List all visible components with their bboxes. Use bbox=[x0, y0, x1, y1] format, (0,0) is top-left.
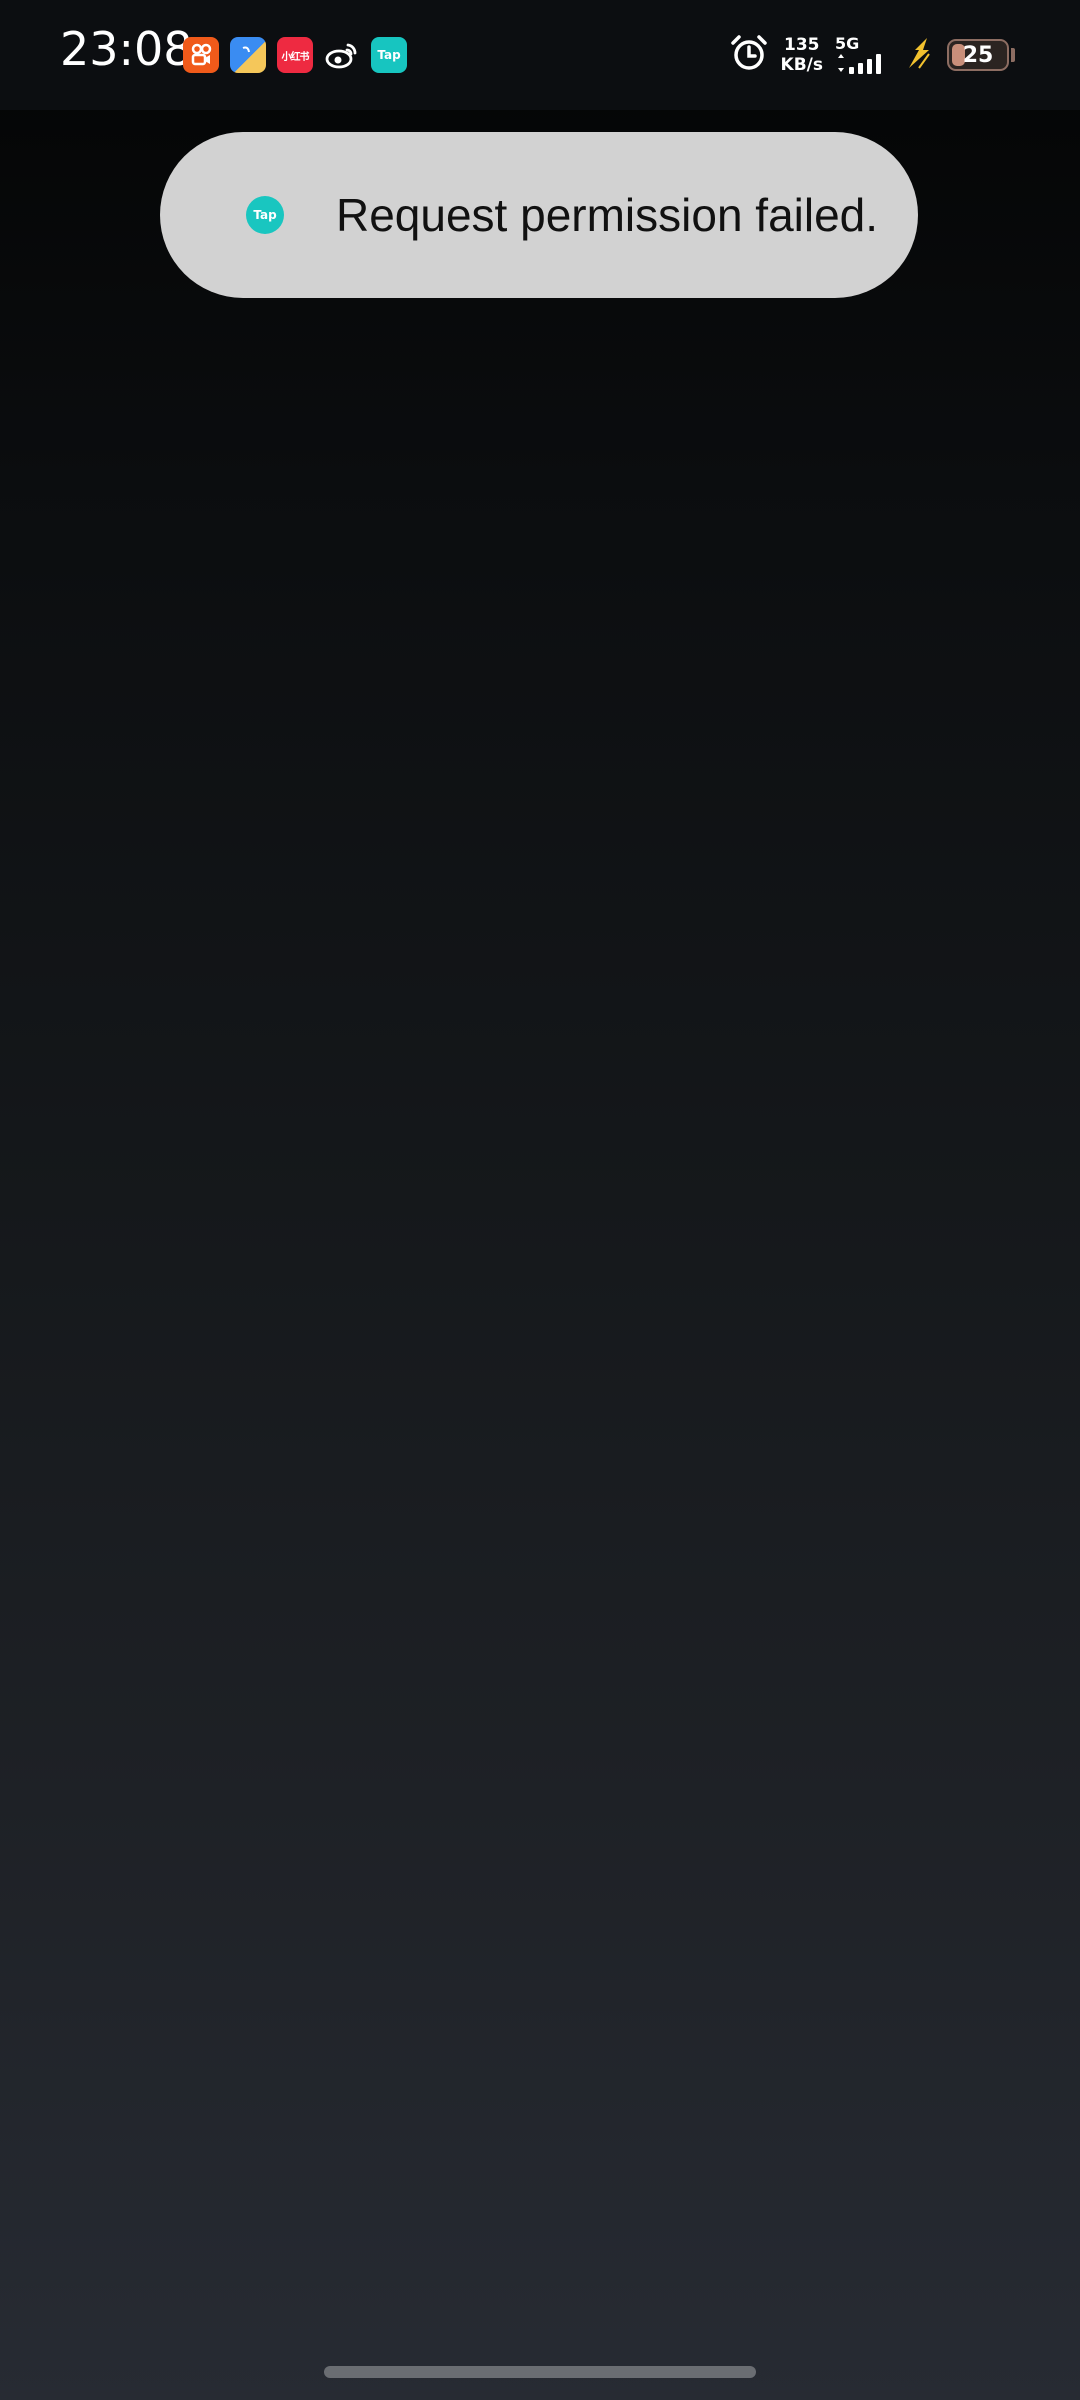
home-indicator[interactable] bbox=[324, 2366, 756, 2378]
battery-indicator: 25 bbox=[947, 39, 1015, 71]
battery-level: 25 bbox=[962, 42, 994, 68]
network-speed-value: 135 bbox=[784, 35, 820, 55]
alarm-icon bbox=[729, 33, 769, 77]
kuaishou-icon bbox=[183, 37, 219, 73]
network-speed: 135 KB/s bbox=[781, 35, 823, 75]
files-icon bbox=[230, 37, 266, 73]
toast-notification: Tap Request permission failed. bbox=[160, 132, 918, 298]
weibo-icon bbox=[324, 37, 360, 73]
status-bar: 23:08 小红书 Tap 135 KB/s 5G 25 bbox=[0, 0, 1080, 110]
taptap-app-icon: Tap bbox=[246, 196, 284, 234]
notification-icons: 小红书 Tap bbox=[183, 37, 407, 73]
signal-type: 5G bbox=[835, 34, 860, 53]
battery-icon: 25 bbox=[947, 39, 1009, 71]
clock-time: 23:08 bbox=[60, 22, 193, 76]
charging-icon bbox=[905, 36, 935, 74]
system-status-icons: 135 KB/s 5G 25 bbox=[729, 30, 1015, 80]
taptap-icon: Tap bbox=[371, 37, 407, 73]
xiaohongshu-icon: 小红书 bbox=[277, 37, 313, 73]
battery-tip bbox=[1011, 48, 1015, 62]
signal-strength-icon bbox=[838, 54, 881, 74]
toast-message: Request permission failed. bbox=[336, 189, 879, 241]
cellular-signal: 5G bbox=[835, 35, 893, 75]
network-speed-unit: KB/s bbox=[780, 55, 823, 75]
